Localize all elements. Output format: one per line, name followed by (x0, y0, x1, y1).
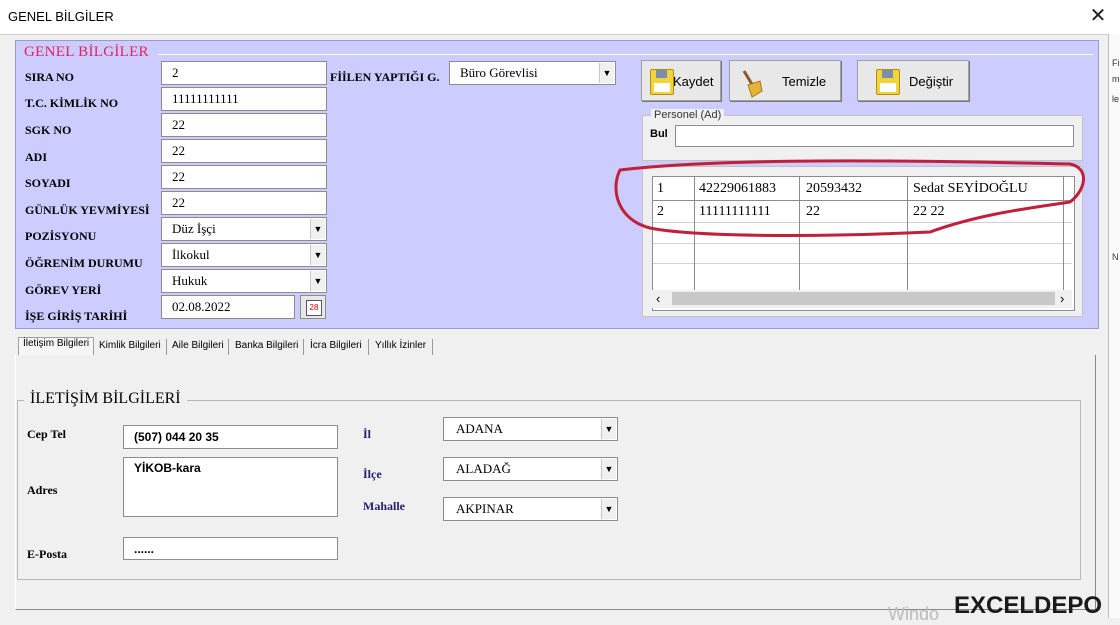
label-pozisyon: POZİSYONU (25, 229, 97, 243)
tab-banka[interactable]: Banka Bilgileri (231, 340, 302, 351)
scroll-right-icon[interactable]: › (1060, 291, 1064, 306)
label-eposta: E-Posta (27, 547, 67, 561)
scroll-left-icon[interactable]: ‹ (656, 291, 660, 306)
chevron-down-icon[interactable]: ▼ (310, 245, 325, 265)
background-sheet-strip: Fi m le N (1108, 34, 1120, 618)
il-value: ADANA (456, 421, 503, 436)
mahalle-select[interactable]: AKPINAR ▼ (443, 497, 618, 521)
label-ilce: İlçe (363, 467, 382, 481)
pozisyon-select[interactable]: Düz İşçi ▼ (161, 217, 327, 241)
exceldepo-logo: EXCELDEPO (954, 592, 1102, 620)
tab-yillik-izin[interactable]: Yıllık İzinler (371, 340, 430, 351)
tab-kimlik[interactable]: Kimlik Bilgileri (95, 340, 165, 351)
contact-info-title: İLETİŞİM BİLGİLERİ (24, 390, 187, 408)
chevron-down-icon[interactable]: ▼ (601, 499, 616, 519)
title-bar: GENEL BİLGİLER ✕ (0, 0, 1120, 35)
ilce-value: ALADAĞ (456, 461, 511, 476)
floppy-disk-icon (876, 69, 900, 95)
ogrenim-value: İlkokul (172, 247, 210, 262)
windows-watermark: Windo (888, 604, 940, 624)
label-cep-tel: Cep Tel (27, 427, 67, 441)
eposta-field[interactable]: ...... (123, 537, 338, 560)
label-giris: İŞE GİRİŞ TARİHİ (25, 309, 128, 323)
frame-title: GENEL BİLGİLER (24, 44, 149, 60)
save-button[interactable]: Kaydet (641, 60, 721, 101)
label-yevmiye: GÜNLÜK YEVMİYESİ (25, 203, 150, 217)
chevron-down-icon[interactable]: ▼ (310, 271, 325, 291)
cep-tel-field[interactable]: (507) 044 20 35 (123, 425, 338, 449)
broom-icon (738, 69, 763, 98)
label-adres: Adres (27, 483, 58, 497)
side-strip-text: le (1112, 94, 1120, 104)
giris-date-field[interactable]: 02.08.2022 (161, 295, 295, 319)
yevmiye-field[interactable]: 22 (161, 191, 327, 215)
ilce-select[interactable]: ALADAĞ ▼ (443, 457, 618, 481)
label-adi: ADI (25, 150, 48, 164)
frame-border-line (158, 54, 1093, 55)
label-sira-no: SIRA NO (25, 70, 75, 84)
search-input[interactable] (675, 125, 1074, 147)
label-il: İl (363, 427, 372, 441)
side-strip-text: Fi (1112, 58, 1120, 68)
personel-group-caption: Personel (Ad) (651, 109, 725, 121)
il-select[interactable]: ADANA ▼ (443, 417, 618, 441)
fiilen-value: Büro Görevlisi (460, 65, 538, 80)
window-title: GENEL BİLGİLER (8, 9, 114, 24)
change-button[interactable]: Değiştir (857, 60, 969, 101)
gorev-select[interactable]: Hukuk ▼ (161, 269, 327, 293)
change-button-label: Değiştir (909, 74, 954, 89)
close-icon[interactable]: ✕ (1088, 4, 1108, 28)
label-soyadi: SOYADI (25, 176, 71, 190)
clear-button-label: Temizle (782, 74, 827, 89)
label-sgk: SGK NO (25, 123, 72, 137)
label-ogrenim: ÖĞRENİM DURUMU (25, 256, 143, 270)
chevron-down-icon[interactable]: ▼ (599, 63, 614, 83)
clear-button[interactable]: Temizle (729, 60, 841, 101)
tab-aile[interactable]: Aile Bilgileri (168, 340, 228, 351)
side-strip-text: N (1112, 252, 1119, 262)
ogrenim-select[interactable]: İlkokul ▼ (161, 243, 327, 267)
label-mahalle: Mahalle (363, 499, 405, 513)
label-fiilen: FİİLEN YAPTIĞI G. (330, 70, 440, 84)
chevron-down-icon[interactable]: ▼ (601, 419, 616, 439)
calendar-icon: 28 (306, 300, 322, 316)
sgk-field[interactable]: 22 (161, 113, 327, 137)
calendar-button[interactable]: 28 (300, 295, 326, 319)
tab-iletisim[interactable]: İletişim Bilgileri (18, 337, 95, 356)
soyadi-field[interactable]: 22 (161, 165, 327, 189)
adi-field[interactable]: 22 (161, 139, 327, 163)
sira-no-field[interactable]: 2 (161, 61, 327, 85)
tab-icra[interactable]: İcra Bilgileri (306, 340, 366, 351)
logo-text: EXCELDEPO (954, 592, 1103, 619)
grid-horizontal-scrollbar[interactable]: ‹ › (652, 290, 1072, 308)
tc-field[interactable]: 11111111111 (161, 87, 327, 111)
search-label: Bul (650, 128, 668, 140)
mahalle-value: AKPINAR (456, 501, 514, 516)
red-highlight-annotation (614, 159, 1085, 237)
label-gorev: GÖREV YERİ (25, 283, 102, 297)
chevron-down-icon[interactable]: ▼ (601, 459, 616, 479)
pozisyon-value: Düz İşçi (172, 221, 216, 236)
side-strip-text: m (1112, 74, 1120, 84)
fiilen-select[interactable]: Büro Görevlisi ▼ (449, 61, 616, 85)
scroll-thumb[interactable] (672, 292, 1055, 305)
adres-field[interactable]: YİKOB-kara (123, 457, 338, 517)
chevron-down-icon[interactable]: ▼ (310, 219, 325, 239)
label-tc: T.C. KİMLİK NO (25, 96, 119, 110)
floppy-disk-icon (650, 69, 674, 95)
save-button-label: Kaydet (673, 74, 714, 89)
gorev-value: Hukuk (172, 273, 208, 288)
